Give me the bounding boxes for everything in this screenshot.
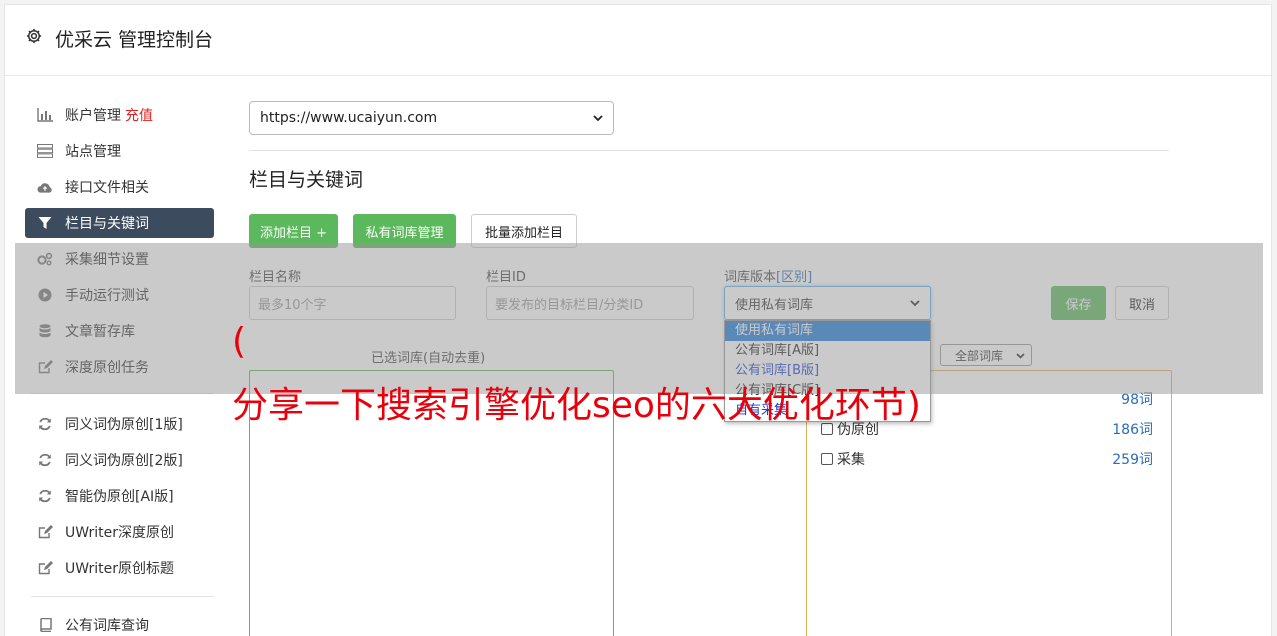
- site-select-value: https://www.ucaiyun.com: [260, 110, 438, 126]
- sidebar-item-label: 智能伪原创[AI版]: [65, 489, 174, 505]
- sidebar-item-synonym-v1[interactable]: 同义词伪原创[1版]: [25, 409, 214, 439]
- overlay-band: [15, 243, 1263, 394]
- sidebar-item-synonym-v2[interactable]: 同义词伪原创[2版]: [25, 445, 214, 475]
- book-icon: [37, 617, 53, 633]
- sidebar-item-ai-rewrite[interactable]: 智能伪原创[AI版]: [25, 481, 214, 511]
- checkbox[interactable]: [821, 453, 833, 465]
- lib-count: 259词: [1112, 452, 1153, 468]
- edit-icon: [37, 524, 53, 540]
- refresh-icon: [37, 452, 53, 468]
- lib-count: 186词: [1112, 422, 1153, 438]
- sidebar-divider: [31, 596, 214, 597]
- edit-icon: [37, 560, 53, 576]
- sidebar-item-api-files[interactable]: 接口文件相关: [25, 172, 214, 202]
- sidebar-item-label: 同义词伪原创[1版]: [65, 417, 183, 433]
- list-item[interactable]: 采集 259词: [821, 449, 1153, 469]
- section-title: 栏目与关键词: [249, 169, 364, 191]
- sidebar-item-sites[interactable]: 站点管理: [25, 136, 214, 166]
- refresh-icon: [37, 488, 53, 504]
- header-bar: 优采云 管理控制台: [5, 5, 1271, 76]
- app-title: 优采云 管理控制台: [55, 29, 214, 51]
- sidebar-item-label: 接口文件相关: [65, 180, 149, 196]
- sidebar-item-label: UWriter原创标题: [65, 561, 174, 577]
- sidebar-item-label: UWriter深度原创: [65, 525, 174, 541]
- sidebar-item-uwriter-deep[interactable]: UWriter深度原创: [25, 517, 214, 547]
- recharge-link[interactable]: 充值: [125, 105, 153, 125]
- bar-chart-icon: [37, 107, 53, 123]
- sidebar-item-label: 栏目与关键词: [65, 216, 149, 232]
- cloud-upload-icon: [37, 179, 53, 195]
- refresh-icon: [37, 416, 53, 432]
- filter-icon: [37, 215, 53, 231]
- overlay-text-line1: (: [232, 321, 247, 362]
- sidebar-item-uwriter-title[interactable]: UWriter原创标题: [25, 553, 214, 583]
- sidebar-item-label: 公有词库查询: [65, 618, 149, 634]
- site-select[interactable]: https://www.ucaiyun.com: [249, 101, 614, 135]
- sidebar-item-label: 站点管理: [65, 144, 121, 160]
- divider: [249, 150, 1169, 151]
- chevron-down-icon: [593, 110, 603, 126]
- overlay-text-line2: 分享一下搜索引擎优化seo的六大优化环节): [232, 385, 921, 426]
- sidebar-item-account[interactable]: 账户管理 充值: [25, 100, 214, 130]
- server-icon: [37, 143, 53, 159]
- lib-label: 采集: [821, 449, 865, 469]
- sidebar-item-label: 账户管理: [65, 108, 121, 124]
- gear-icon: [26, 28, 42, 44]
- sidebar-item-public-lib[interactable]: 公有词库查询: [25, 610, 214, 636]
- sidebar-item-label: 同义词伪原创[2版]: [65, 453, 183, 469]
- sidebar-item-columns-keywords[interactable]: 栏目与关键词: [25, 208, 214, 238]
- lib-name: 采集: [837, 452, 865, 468]
